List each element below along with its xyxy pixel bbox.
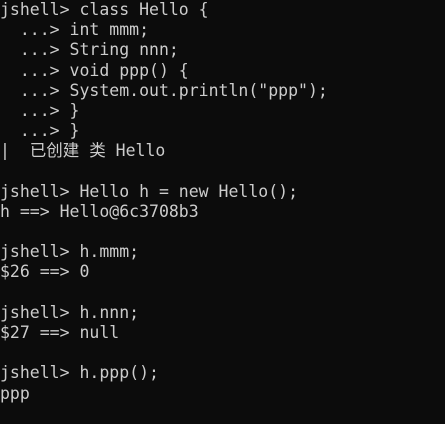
output-line: ppp (0, 383, 30, 403)
input-line-class-hello: jshell> class Hello { (0, 0, 209, 19)
input-line-h-mmm: jshell> h.mmm; (0, 242, 140, 262)
input-line-h-nnn: jshell> h.nnn; (0, 302, 140, 322)
continuation-line: ...> int mmm; (0, 20, 150, 40)
input-line-new-hello: jshell> Hello h = new Hello(); (0, 181, 299, 201)
continuation-line: ...> void ppp() { (0, 60, 189, 80)
continuation-line: ...> } (0, 100, 80, 120)
terminal-window[interactable]: jshell> class Hello { ...> int mmm; ...>… (0, 0, 445, 424)
output-line: h ==> Hello@6c3708b3 (0, 201, 199, 221)
output-line: $27 ==> null (0, 323, 120, 342)
input-line-h-ppp: jshell> h.ppp(); (0, 363, 159, 383)
output-line: $26 ==> 0 (0, 262, 90, 282)
continuation-line: ...> System.out.println("ppp"); (0, 80, 328, 100)
feedback-line: | 已创建 类 Hello (0, 141, 166, 161)
continuation-line: ...> String nnn; (0, 40, 179, 60)
continuation-line: ...> } (0, 121, 80, 141)
